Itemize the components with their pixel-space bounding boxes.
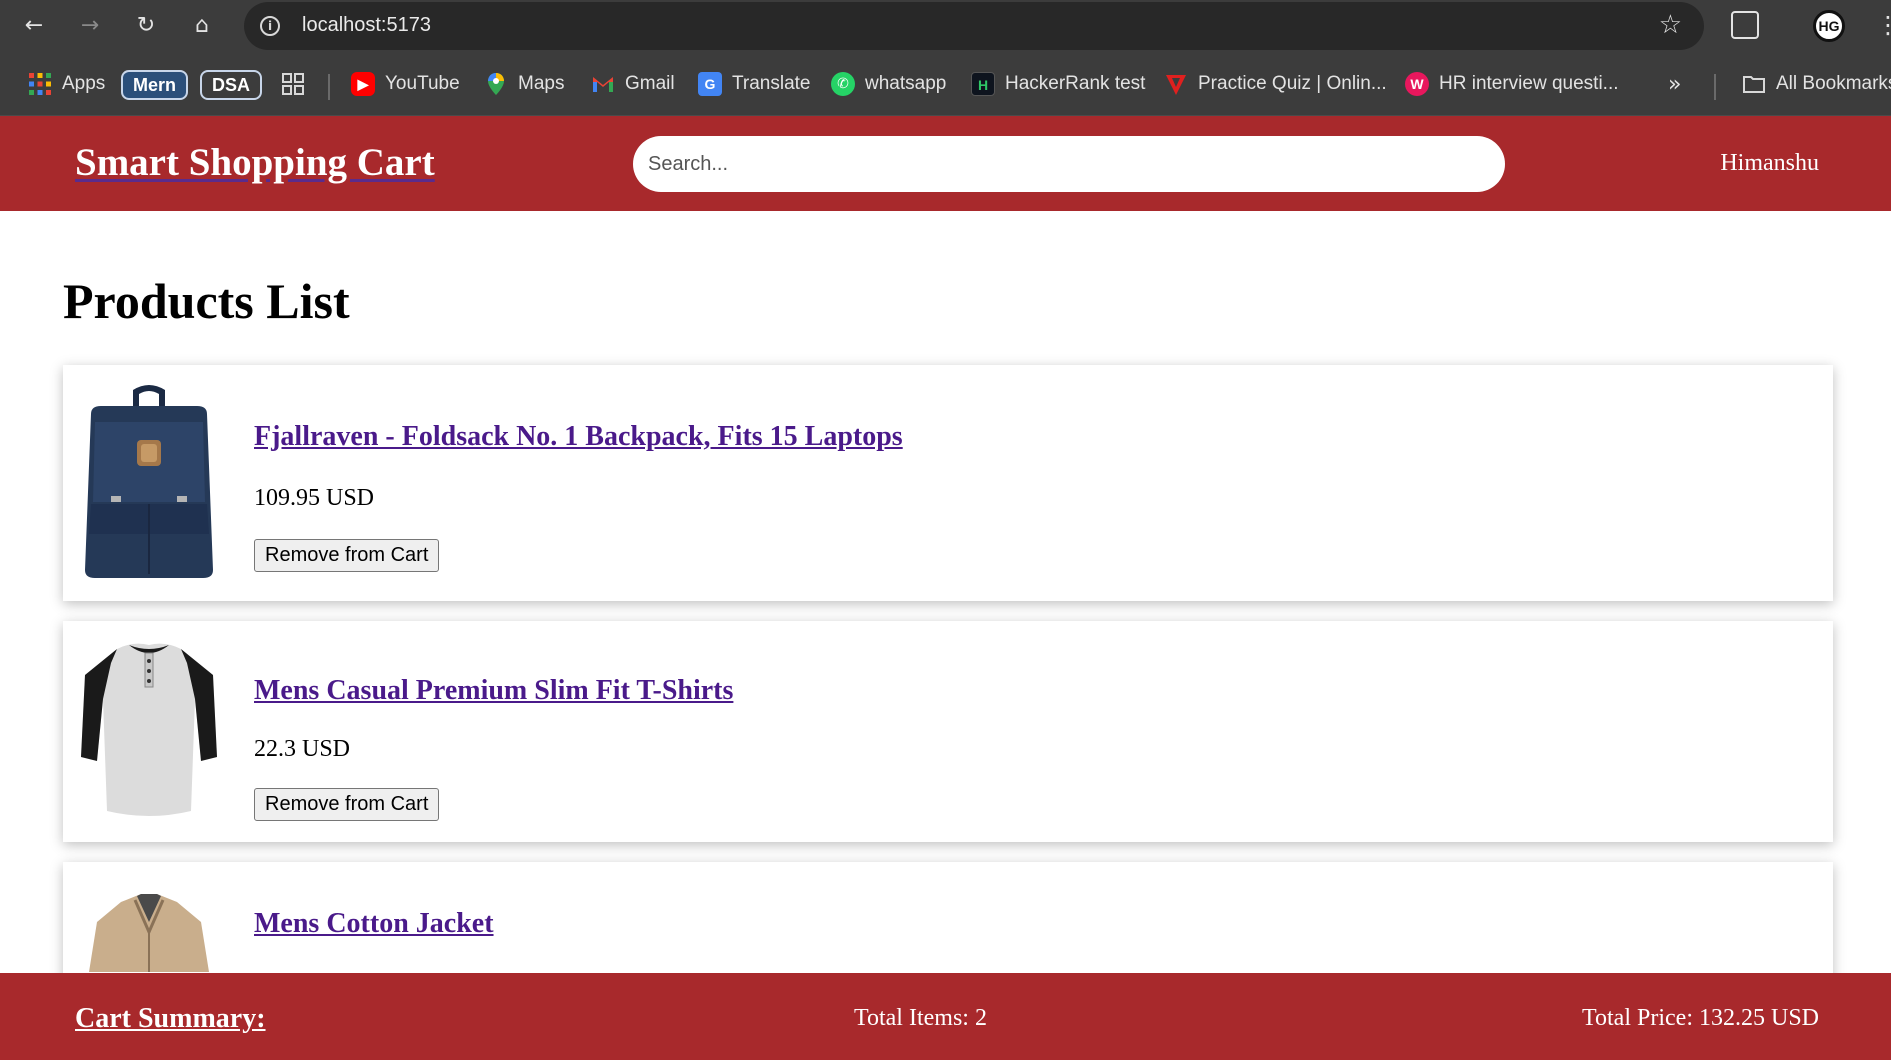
bookmark-label: YouTube xyxy=(385,73,460,94)
gmail-icon xyxy=(593,77,613,92)
jacket-image xyxy=(89,894,209,972)
extensions-icon[interactable] xyxy=(1731,11,1759,39)
product-title-link[interactable]: Fjallraven - Foldsack No. 1 Backpack, Fi… xyxy=(254,421,903,453)
bookmark-folder-mern[interactable]: Mern xyxy=(121,70,189,100)
remove-from-cart-button[interactable]: Remove from Cart xyxy=(254,788,440,821)
remove-from-cart-button[interactable]: Remove from Cart xyxy=(254,539,440,572)
youtube-icon: ▶ xyxy=(351,72,375,96)
hackerrank-icon: H xyxy=(971,72,995,96)
product-card: Fjallraven - Foldsack No. 1 Backpack, Fi… xyxy=(63,365,1833,601)
hr-icon: W xyxy=(1405,72,1429,96)
bookmark-label: Maps xyxy=(518,73,565,94)
address-bar[interactable]: i localhost:5173 ☆ xyxy=(244,2,1704,50)
search-input[interactable] xyxy=(633,136,1505,192)
forward-arrow-icon[interactable]: → xyxy=(76,12,104,40)
apps-grid-icon xyxy=(29,73,51,95)
product-title-link[interactable]: Mens Cotton Jacket xyxy=(254,908,494,940)
browser-menu-icon[interactable]: ⋮ xyxy=(1876,10,1891,40)
url-text[interactable]: localhost:5173 xyxy=(302,14,431,37)
page-title: Products List xyxy=(63,273,350,329)
profile-avatar-icon[interactable]: HG xyxy=(1813,10,1845,42)
app-header: Smart Shopping Cart Himanshu xyxy=(0,116,1891,211)
bookmark-gmail[interactable]: Gmail xyxy=(591,70,675,98)
whatsapp-icon: ✆ xyxy=(831,72,855,96)
bookmark-hackerrank[interactable]: H HackerRank test xyxy=(971,70,1145,98)
bookmark-maps[interactable]: Maps xyxy=(484,70,564,98)
backpack-image xyxy=(85,385,213,578)
total-items: Total Items: 2 xyxy=(854,1005,987,1031)
bookmark-folder-dsa[interactable]: DSA xyxy=(200,70,263,100)
browser-toolbar: ← → ↻ ⌂ i localhost:5173 ☆ HG ⋮ xyxy=(0,0,1891,52)
back-arrow-icon[interactable]: ← xyxy=(20,12,48,40)
translate-icon: G xyxy=(698,72,722,96)
home-icon[interactable]: ⌂ xyxy=(188,12,216,40)
bookmarks-overflow-icon[interactable]: » xyxy=(1668,70,1681,98)
bookmarks-divider xyxy=(1714,74,1716,100)
bookmark-whatsapp[interactable]: ✆ whatsapp xyxy=(831,70,946,98)
bookmark-label: HackerRank test xyxy=(1005,73,1146,94)
cart-summary-title: Cart Summary: xyxy=(75,1003,266,1034)
user-name: Himanshu xyxy=(1720,150,1819,176)
bookmark-label: HR interview questi... xyxy=(1439,73,1619,94)
product-title-link[interactable]: Mens Casual Premium Slim Fit T-Shirts xyxy=(254,675,733,707)
bookmark-label: Gmail xyxy=(625,73,675,94)
bookmark-label: Translate xyxy=(732,73,811,94)
total-price: Total Price: 132.25 USD xyxy=(1582,1005,1819,1031)
bookmark-label: whatsapp xyxy=(865,73,947,94)
reload-icon[interactable]: ↻ xyxy=(132,12,160,40)
bookmarks-divider xyxy=(328,74,330,100)
bookmark-label: Practice Quiz | Onlin... xyxy=(1198,73,1387,94)
product-price: 109.95 USD xyxy=(254,485,375,511)
tshirt-image xyxy=(81,643,217,816)
bookmark-star-icon[interactable]: ☆ xyxy=(1659,10,1682,40)
product-card: Mens Casual Premium Slim Fit T-Shirts 22… xyxy=(63,621,1833,842)
product-price: 22.3 USD xyxy=(254,736,351,762)
tab-groups-icon[interactable] xyxy=(281,72,305,96)
bookmark-youtube[interactable]: ▶ YouTube xyxy=(351,70,460,98)
bookmark-label: All Bookmarks xyxy=(1776,73,1891,94)
folder-icon xyxy=(1743,76,1765,93)
bookmarks-bar: Apps Mern DSA ▶ YouTube Maps Gmail G Tra… xyxy=(0,52,1891,116)
brand-link[interactable]: Smart Shopping Cart xyxy=(75,140,435,185)
cart-summary-bar: Cart Summary: Total Items: 2 Total Price… xyxy=(0,973,1891,1060)
bookmark-practice-quiz[interactable]: Practice Quiz | Onlin... xyxy=(1164,70,1387,98)
bookmark-hr-interview[interactable]: W HR interview questi... xyxy=(1405,70,1619,98)
all-bookmarks[interactable]: All Bookmarks xyxy=(1742,70,1891,98)
bookmark-label: Apps xyxy=(62,73,106,94)
maps-icon xyxy=(488,73,504,95)
quiz-icon xyxy=(1166,75,1186,95)
bookmark-apps[interactable]: Apps xyxy=(28,70,105,98)
bookmark-translate[interactable]: G Translate xyxy=(698,70,811,98)
site-info-icon[interactable]: i xyxy=(260,16,280,36)
